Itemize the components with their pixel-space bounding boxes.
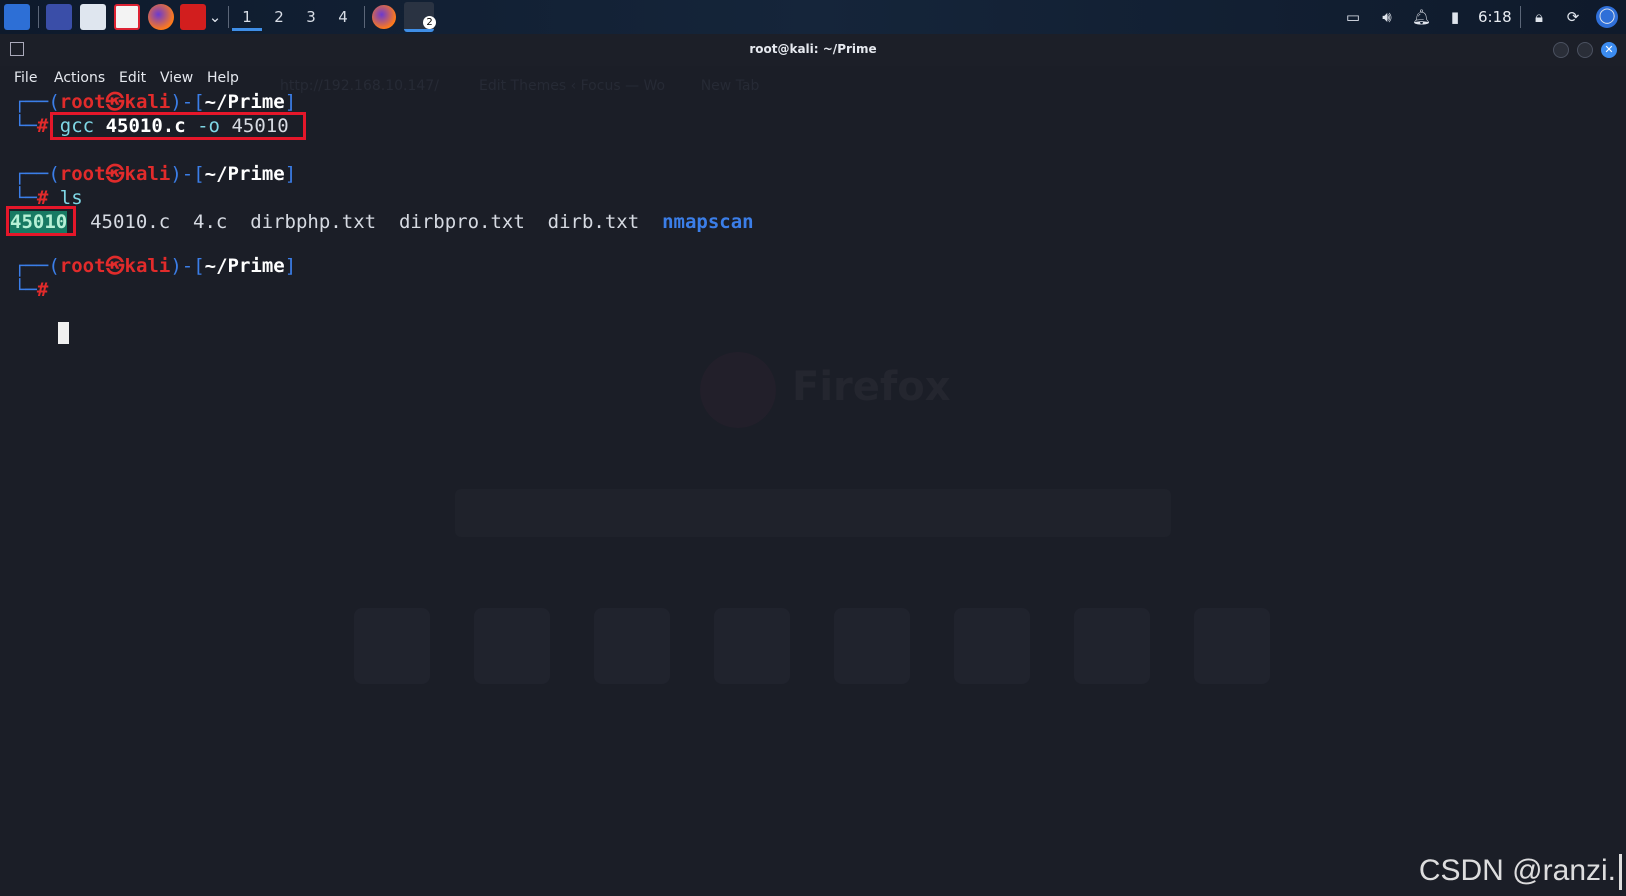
prompt-hash: #	[36, 279, 49, 301]
close-button[interactable]: ✕	[1601, 42, 1617, 58]
prompt-user: root	[59, 163, 106, 185]
prompt-dir: ~/Prime	[204, 163, 285, 185]
taskbar: ⌄ 1 2 3 4 2 ▭ 🔊︎ 🔔︎ ▮ 6:18 🔒︎ ⟳ ◯	[0, 0, 1626, 34]
prompt-close: ]	[284, 255, 297, 277]
prompt-mid: )-[	[170, 91, 205, 113]
taskbar-separator	[364, 6, 365, 28]
prompt-close: ]	[284, 91, 297, 113]
chevron-down-icon[interactable]: ⌄	[206, 8, 224, 26]
highlight-box-gcc	[50, 112, 306, 140]
prompt-at: ㉿	[105, 91, 125, 113]
menu-help[interactable]: Help	[207, 70, 239, 86]
prompt-user: root	[59, 255, 106, 277]
ghost-firefox-wordmark: Firefox	[792, 364, 951, 410]
text-cursor	[58, 322, 69, 344]
prompt-host: kali	[124, 163, 171, 185]
kali-menu-icon[interactable]	[4, 4, 30, 30]
terminal-window: root@kali: ~/Prime ✕ http://192.168.10.1…	[0, 34, 1626, 896]
ls-files: 45010.c 4.c dirbphp.txt dirbpro.txt dirb…	[90, 211, 640, 233]
battery-icon: ▮	[1450, 8, 1460, 26]
clock[interactable]: 6:18	[1478, 8, 1512, 26]
lock-icon[interactable]: 🔒︎	[1530, 8, 1548, 26]
prompt-open: ┌──(	[14, 91, 60, 113]
prompt-mid: )-[	[170, 255, 205, 277]
desktop-icon[interactable]	[46, 4, 72, 30]
power-icon[interactable]: ◯	[1596, 6, 1618, 28]
workspace-2[interactable]: 2	[264, 4, 294, 30]
firefox-icon[interactable]	[148, 4, 174, 30]
menu-actions[interactable]: Actions	[54, 70, 105, 86]
scrollbar[interactable]	[1619, 854, 1622, 890]
prompt-hash: #	[36, 115, 49, 137]
volume-icon[interactable]: 🔊︎	[1378, 8, 1396, 26]
command-line: └─#	[14, 278, 48, 302]
ghost-tile	[714, 608, 790, 684]
prompt-dir: ~/Prime	[204, 91, 285, 113]
prompt-host: kali	[124, 255, 171, 277]
prompt-user: root	[59, 91, 106, 113]
minimize-button[interactable]	[1553, 42, 1569, 58]
ghost-firefox-logo	[700, 352, 776, 428]
terminal-red-icon[interactable]	[180, 4, 206, 30]
firefox-task-icon[interactable]	[372, 5, 396, 29]
ghost-search	[455, 489, 1171, 537]
ghost-tile	[1074, 608, 1150, 684]
menu-view[interactable]: View	[160, 70, 193, 86]
ghost-tile	[1194, 608, 1270, 684]
workspace-1[interactable]: 1	[232, 4, 262, 31]
title-bar[interactable]: root@kali: ~/Prime ✕	[0, 34, 1626, 66]
ghost-browser-tabs: http://192.168.10.147/ Edit Themes ‹ Foc…	[280, 78, 760, 94]
ls-directory: nmapscan	[662, 211, 754, 233]
taskbar-separator	[1520, 6, 1521, 28]
prompt-line: ┌──(root㉿kali)-[~/Prime]	[14, 90, 296, 114]
prompt-corner: └─	[14, 115, 37, 137]
prompt-mid: )-[	[170, 163, 205, 185]
terminal-task-icon[interactable]: 2	[404, 2, 436, 32]
watermark: CSDN @ranzi.	[1418, 854, 1616, 887]
text-editor-icon[interactable]	[114, 4, 140, 30]
prompt-host: kali	[124, 91, 171, 113]
taskbar-separator	[38, 6, 39, 28]
workspace-3[interactable]: 3	[296, 4, 326, 30]
ghost-tile	[474, 608, 550, 684]
maximize-button[interactable]	[1577, 42, 1593, 58]
prompt-dir: ~/Prime	[204, 255, 285, 277]
prompt-line: ┌──(root㉿kali)-[~/Prime]	[14, 254, 296, 278]
screen-icon[interactable]: ▭	[1344, 8, 1362, 26]
workspace-4[interactable]: 4	[328, 4, 358, 30]
file-manager-icon[interactable]	[80, 4, 106, 30]
prompt-open: ┌──(	[14, 163, 60, 185]
menu-edit[interactable]: Edit	[119, 70, 146, 86]
ghost-tile	[834, 608, 910, 684]
terminal-badge: 2	[423, 16, 436, 29]
ghost-tile	[954, 608, 1030, 684]
prompt-close: ]	[284, 163, 297, 185]
highlight-box-binary	[6, 206, 76, 236]
prompt-corner: └─	[14, 279, 37, 301]
ghost-tile	[354, 608, 430, 684]
bell-icon[interactable]: 🔔︎	[1412, 8, 1431, 26]
window-title: root@kali: ~/Prime	[749, 42, 877, 56]
menu-file[interactable]: File	[14, 70, 37, 86]
prompt-open: ┌──(	[14, 255, 60, 277]
refresh-icon[interactable]: ⟳	[1564, 8, 1582, 26]
prompt-at: ㉿	[105, 163, 125, 185]
taskbar-separator	[228, 6, 229, 28]
ls-output: 45010 45010.c 4.c dirbphp.txt dirbpro.tx…	[10, 210, 754, 234]
prompt-line: ┌──(root㉿kali)-[~/Prime]	[14, 162, 296, 186]
ghost-tile	[594, 608, 670, 684]
prompt-at: ㉿	[105, 255, 125, 277]
